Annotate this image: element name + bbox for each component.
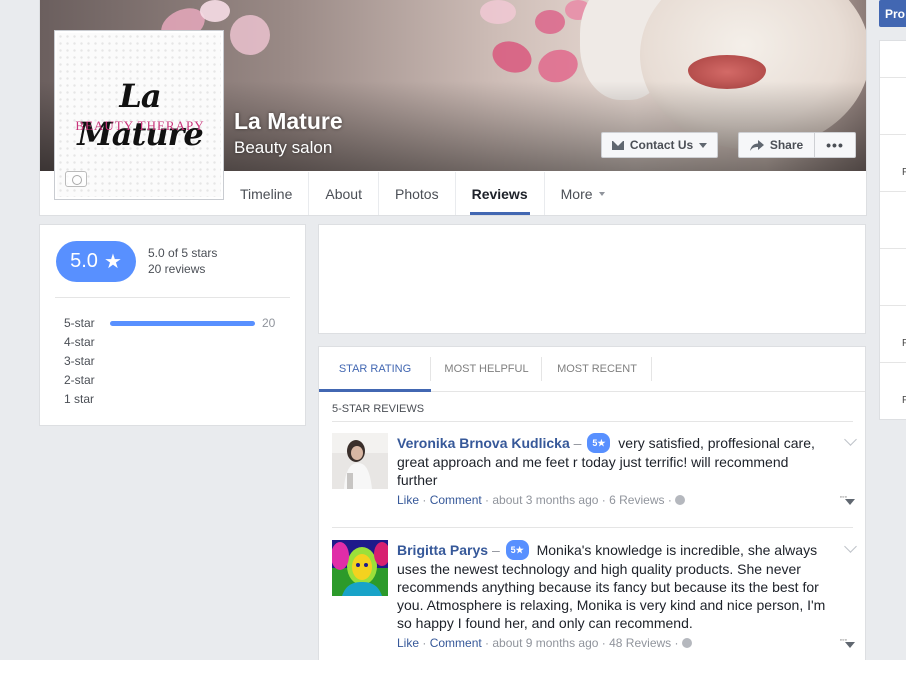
rating-bar-5 (110, 321, 255, 326)
share-arrow-icon (749, 139, 764, 151)
right-column-panel: P F F (879, 40, 906, 420)
divider (332, 527, 853, 528)
tab-label: Reviews (471, 185, 528, 202)
star-rating-badge: 5★ (505, 540, 529, 560)
divider (55, 297, 290, 298)
camera-icon[interactable] (65, 171, 87, 187)
chevron-down-icon[interactable] (844, 433, 857, 446)
like-link[interactable]: Like (397, 636, 419, 650)
author-review-count[interactable]: 6 Reviews (609, 493, 664, 507)
avatar[interactable] (332, 540, 388, 596)
tab-reviews[interactable]: Reviews (456, 172, 545, 215)
rating-row-3[interactable]: 3-star (64, 354, 95, 369)
contact-us-button[interactable]: Contact Us (601, 132, 718, 158)
tab-label: Photos (394, 185, 439, 202)
tab-label: MOST RECENT (557, 363, 637, 375)
tab-label: STAR RATING (338, 363, 412, 375)
tab-label: Timeline (240, 185, 293, 202)
tab-photos[interactable]: Photos (379, 172, 456, 215)
review-author[interactable]: Brigitta Parys (397, 542, 488, 558)
chevron-down-icon (699, 142, 708, 148)
separator: – (491, 542, 500, 558)
page-title[interactable]: La Mature (234, 108, 343, 135)
right-column-button[interactable]: Pro (879, 0, 906, 27)
profile-picture[interactable]: La Mature BEAUTY THERAPY (54, 30, 224, 200)
score-out-of: 5.0 of 5 stars (148, 246, 218, 260)
reviews-card: STAR RATING MOST HELPFUL MOST RECENT 5-S… (318, 346, 866, 674)
review-sort-tabs: STAR RATING MOST HELPFUL MOST RECENT (319, 347, 865, 392)
comment-link[interactable]: Comment (430, 636, 482, 650)
tab-timeline[interactable]: Timeline (224, 172, 310, 215)
caret-down-icon[interactable] (845, 499, 855, 505)
review-author[interactable]: Veronika Brnova Kudlicka (397, 435, 570, 451)
section-title: 5-STAR REVIEWS (332, 403, 425, 415)
review-meta: Like · Comment · about 9 months ago · 48… (397, 636, 692, 650)
more-dots-icon: ••• (826, 137, 844, 153)
review-time[interactable]: about 3 months ago (492, 493, 598, 507)
average-score: 5.0 (70, 250, 98, 272)
rating-row-2[interactable]: 2-star (64, 373, 95, 388)
like-link[interactable]: Like (397, 493, 419, 507)
page-category[interactable]: Beauty salon (234, 138, 332, 158)
star-rating-badge: 5★ (587, 433, 611, 453)
divider (332, 421, 853, 422)
rating-row-5[interactable]: 5-star (64, 316, 95, 331)
separator: – (573, 435, 582, 451)
average-score-badge: 5.0 ★ (56, 241, 136, 282)
tab-star-rating[interactable]: STAR RATING (319, 347, 431, 392)
logo-title: La Mature (77, 77, 203, 153)
globe-icon (681, 638, 692, 648)
caret-down-icon[interactable] (845, 642, 855, 648)
bottom-strip (0, 660, 906, 674)
tab-about[interactable]: About (309, 172, 379, 215)
share-label: Share (769, 138, 804, 152)
rating-row-1[interactable]: 1 star (64, 392, 94, 407)
contact-us-label: Contact Us (629, 138, 694, 152)
rating-summary-card: 5.0 ★ 5.0 of 5 stars 20 reviews 5-star 2… (39, 224, 306, 426)
globe-icon (675, 495, 686, 505)
comment-link[interactable]: Comment (430, 493, 482, 507)
share-button[interactable]: Share (738, 132, 815, 158)
tab-label: More (560, 185, 593, 202)
tab-most-recent[interactable]: MOST RECENT (542, 347, 652, 391)
right-button-label: Pro (885, 7, 906, 21)
review-meta: Like · Comment · about 3 months ago · 6 … (397, 493, 686, 507)
author-review-count[interactable]: 48 Reviews (609, 636, 671, 650)
page-tabs: Timeline About Photos Reviews More (224, 172, 621, 216)
review-count[interactable]: 20 reviews (148, 262, 205, 276)
page-header-card: La Mature BEAUTY THERAPY La Mature Beaut… (39, 0, 867, 216)
empty-card (318, 224, 866, 334)
rating-row-4[interactable]: 4-star (64, 335, 95, 350)
review-body: Brigitta Parys – 5★ Monika's knowledge i… (397, 540, 827, 632)
rating-count-5: 20 (262, 316, 276, 330)
chevron-down-icon[interactable] (844, 540, 857, 553)
star-icon: ★ (103, 251, 122, 273)
right-column-text: F (902, 395, 906, 406)
tab-label: MOST HELPFUL (444, 363, 529, 375)
tab-label: About (325, 185, 362, 202)
tab-most-helpful[interactable]: MOST HELPFUL (431, 347, 542, 391)
review-time[interactable]: about 9 months ago (492, 636, 598, 650)
more-options-button[interactable]: ••• (814, 132, 856, 158)
right-column-text: P (902, 167, 906, 178)
avatar[interactable] (332, 433, 388, 489)
review-body: Veronika Brnova Kudlicka – 5★ very satis… (397, 433, 827, 489)
right-column-text: F (902, 338, 906, 349)
envelope-icon (611, 140, 624, 150)
logo-subtitle: BEAUTY THERAPY (75, 118, 205, 133)
tab-more[interactable]: More (545, 172, 621, 215)
chevron-down-icon (598, 191, 605, 196)
